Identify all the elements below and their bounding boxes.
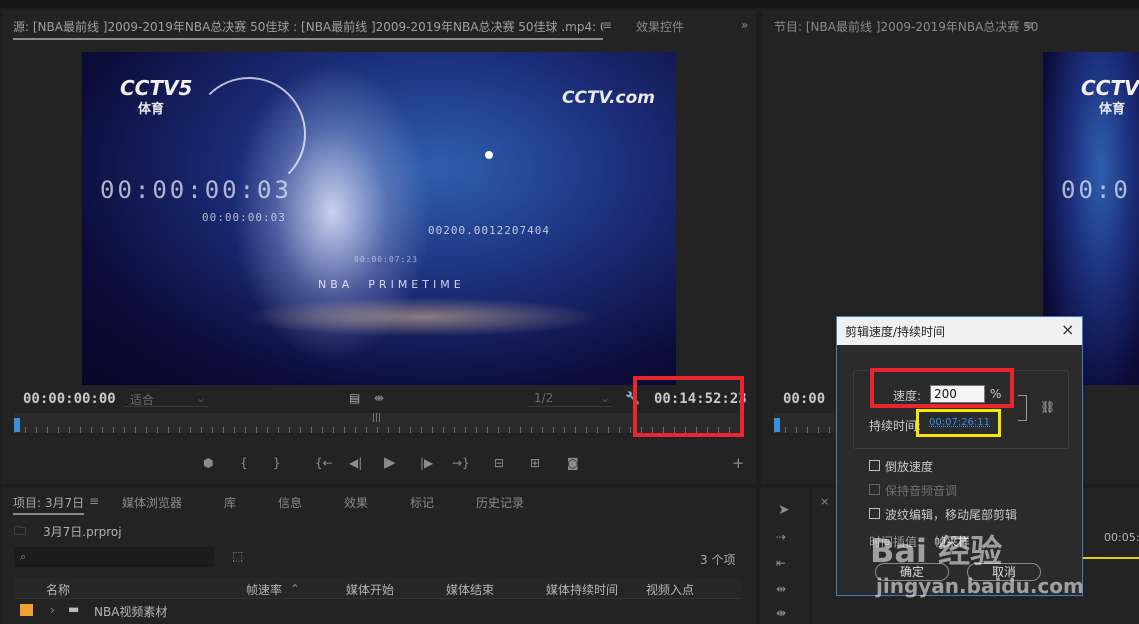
mid-code-overlay: 00:00:07:23 — [354, 255, 418, 264]
cctv5-sub: 体育 — [138, 102, 165, 117]
primetime-overlay: NBA PRIMETIME — [318, 278, 465, 291]
overwrite-icon[interactable]: ⊞ — [530, 457, 540, 469]
timeline-timecode: 00:05:0 — [1104, 531, 1139, 544]
resolution-select[interactable]: 1/2 ⌄ — [528, 390, 612, 407]
column-name[interactable]: 名称 — [46, 581, 70, 598]
cctv5-logo: CCTV5 — [120, 76, 193, 100]
program-time-ruler[interactable] — [774, 413, 836, 433]
program-playhead[interactable] — [774, 418, 780, 432]
big-timecode-overlay: 00:00:00:03 — [100, 176, 292, 204]
tab-media-browser[interactable]: 媒体浏览器 — [122, 494, 182, 511]
program-timecode-overlay: 00:0 — [1061, 176, 1131, 204]
program-monitor-tab[interactable]: 节目: [NBA最前线 ]2009-2019年NBA总决赛 50佳球 — [774, 18, 1039, 35]
source-monitor-tab[interactable]: 源: [NBA最前线 ]2009-2019年NBA总决赛 50佳球 : [NBA… — [13, 18, 603, 40]
dialog-title: 剪辑速度/持续时间 — [845, 325, 946, 339]
project-file-icon: 🗀 — [14, 524, 27, 538]
numeric-overlay: 00200.0012207404 — [428, 224, 550, 237]
resolution-value: 1/2 — [534, 391, 554, 405]
effect-controls-tab[interactable]: 效果控件 — [636, 18, 684, 35]
source-playhead[interactable] — [14, 418, 20, 432]
annotation-red-box-speed — [870, 368, 1014, 408]
add-marker-icon[interactable]: ⬢ — [203, 457, 213, 469]
tab-history[interactable]: 历史记录 — [476, 494, 524, 511]
ripple-edit-checkbox[interactable] — [869, 508, 880, 519]
column-media-end[interactable]: 媒体结束 — [446, 581, 494, 598]
selection-tool-icon[interactable]: ➤ — [778, 503, 790, 517]
mark-in-icon[interactable]: { — [240, 457, 248, 469]
duration-label: 持续时间: — [869, 419, 922, 433]
zoom-fit-value: 适合 — [130, 393, 155, 407]
keep-audio-pitch-checkbox[interactable] — [869, 484, 880, 495]
project-file-name: 3月7日.prproj — [43, 525, 122, 539]
play-icon[interactable]: ▶ — [384, 455, 396, 470]
close-timeline-icon[interactable]: × — [820, 496, 829, 507]
tab-info[interactable]: 信息 — [278, 494, 302, 511]
tab-effects[interactable]: 效果 — [344, 494, 368, 511]
project-search-input[interactable]: ⌕ — [14, 547, 214, 567]
go-to-in-icon[interactable]: {← — [315, 457, 333, 469]
baidu-watermark-url: jingyan.baidu.com — [876, 574, 1084, 598]
baidu-watermark: Bai 经验 — [870, 532, 1003, 570]
step-back-icon[interactable]: ◀| — [349, 457, 362, 469]
source-video-frame: CCTV5 体育 CCTV.com 00:00:00:03 00:00:00:0… — [82, 52, 676, 385]
zoom-fit-select[interactable]: 适合 ⌄ — [124, 390, 208, 407]
panel-menu-icon[interactable]: ≡ — [89, 495, 99, 507]
program-timecode[interactable]: 00:00 — [783, 391, 825, 407]
annotation-yellow-box-duration — [916, 409, 1001, 437]
dot-marker — [485, 151, 493, 159]
small-timecode-overlay: 00:00:00:03 — [202, 211, 286, 224]
annotation-red-box-duration — [633, 376, 744, 437]
arc-ring — [192, 77, 306, 191]
drag-video-icon[interactable]: ⇼ — [374, 392, 384, 404]
label-color-swatch[interactable] — [20, 604, 33, 616]
ripple-edit-label: 波纹编辑，移动尾部剪辑 — [885, 508, 1018, 522]
settings-film-icon[interactable]: ▤ — [349, 392, 360, 404]
item-count: 3 个项 — [700, 553, 736, 567]
chevron-right-icon[interactable]: › — [50, 604, 55, 616]
go-to-out-icon[interactable]: →} — [452, 457, 470, 469]
folder-icon: ▬ — [68, 602, 80, 616]
insert-icon[interactable]: ⊟ — [494, 457, 504, 469]
sort-ascending-icon[interactable]: ⌃ — [290, 583, 300, 595]
dialog-close-button[interactable]: × — [1061, 320, 1074, 339]
rate-stretch-icon[interactable]: ⇼ — [776, 607, 786, 619]
panel-menu-icon[interactable]: ≡ — [1024, 19, 1034, 31]
track-select-icon[interactable]: ⇢ — [776, 531, 786, 543]
reverse-speed-label: 倒放速度 — [885, 460, 934, 474]
link-chain-icon[interactable]: ⛓ — [1040, 401, 1055, 413]
tab-markers[interactable]: 标记 — [410, 494, 434, 511]
timeline-playhead-line — [1080, 557, 1139, 559]
tab-libraries[interactable]: 库 — [224, 494, 236, 511]
mark-out-icon[interactable]: } — [273, 457, 281, 469]
export-frame-icon[interactable]: ◙ — [567, 457, 579, 469]
column-media-start[interactable]: 媒体开始 — [346, 581, 394, 598]
reverse-speed-checkbox[interactable] — [869, 460, 880, 471]
search-icon: ⌕ — [20, 550, 27, 563]
chevron-down-icon: ⌄ — [600, 391, 611, 405]
program-cctv5-logo: CCTV5 — [1081, 76, 1139, 100]
link-bracket — [1018, 395, 1027, 421]
zoom-handle-icon[interactable]: ||| — [372, 414, 381, 423]
rolling-edit-icon[interactable]: ⇹ — [776, 583, 786, 595]
column-media-duration[interactable]: 媒体持续时间 — [546, 581, 618, 598]
ripple-edit-icon[interactable]: ⇤ — [776, 557, 786, 569]
top-menu-strip — [0, 0, 1139, 8]
bin-name: NBA视频素材 — [94, 605, 168, 619]
chevron-down-icon: ⌄ — [196, 391, 207, 405]
source-in-timecode[interactable]: 00:00:00:00 — [23, 391, 116, 407]
step-forward-icon[interactable]: |▶ — [420, 457, 433, 469]
new-search-bin-icon[interactable]: ⬚ — [232, 550, 243, 562]
column-video-in[interactable]: 视频入点 — [646, 581, 694, 598]
expand-panels-icon[interactable]: » — [741, 19, 748, 31]
program-cctv5-sub: 体育 — [1099, 102, 1126, 117]
tab-project[interactable]: 项目: 3月7日 — [13, 494, 85, 515]
keep-audio-pitch-label: 保持音频音调 — [885, 484, 958, 498]
table-row[interactable]: › ▬ NBA视频素材 — [14, 600, 741, 620]
cctv-com-logo: CCTV.com — [562, 88, 655, 108]
panel-menu-icon[interactable]: ≡ — [602, 19, 612, 31]
light-streak — [242, 297, 602, 337]
column-frame-rate[interactable]: 帧速率 — [246, 581, 282, 598]
add-button-icon[interactable]: + — [732, 456, 745, 471]
